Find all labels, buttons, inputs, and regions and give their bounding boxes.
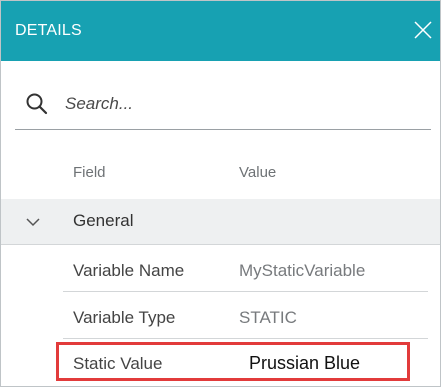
panel-header: DETAILS: [1, 1, 440, 61]
column-header-field: Field: [73, 164, 106, 181]
row-divider: [1, 244, 440, 245]
row-divider: [63, 338, 428, 339]
field-label: Static Value: [73, 354, 163, 373]
field-label: Variable Name: [73, 261, 185, 280]
property-row-variable-name: Variable Name MyStaticVariable: [1, 248, 440, 292]
group-label: General: [73, 211, 134, 230]
field-value: MyStaticVariable: [239, 261, 366, 280]
group-row-general[interactable]: General: [1, 199, 440, 245]
field-label: Variable Type: [73, 308, 176, 327]
field-value: STATIC: [239, 308, 297, 327]
row-divider: [63, 291, 428, 292]
panel-title: DETAILS: [15, 22, 82, 39]
search-bar: [15, 85, 431, 130]
close-icon[interactable]: [412, 19, 434, 41]
details-panel: DETAILS Field Value General Variable Nam…: [0, 0, 441, 387]
search-icon: [26, 93, 48, 115]
property-row-static-value: Static Value: [56, 342, 410, 381]
property-row-variable-type: Variable Type STATIC: [1, 295, 440, 339]
search-input[interactable]: [65, 90, 415, 118]
column-header-value: Value: [239, 164, 277, 181]
static-value-input[interactable]: [249, 350, 399, 376]
chevron-down-icon[interactable]: [25, 214, 41, 230]
